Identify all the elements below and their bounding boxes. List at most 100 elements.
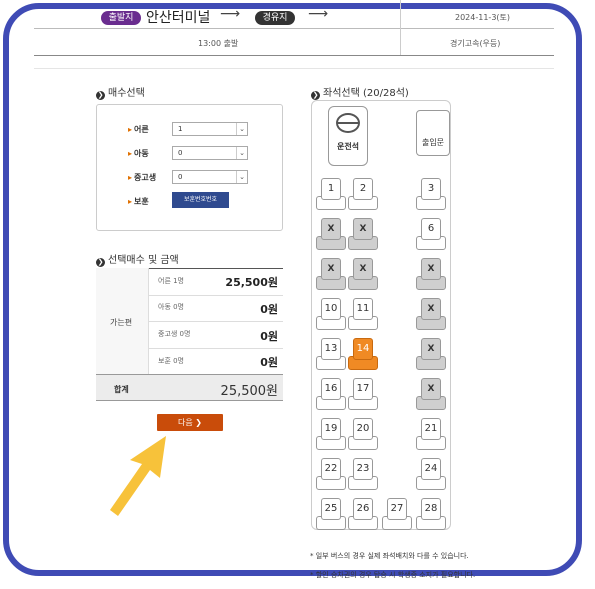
departure-name: 안산터미널 <box>146 10 211 26</box>
seat-4: X <box>316 218 346 250</box>
seat-25[interactable]: 25 <box>316 498 346 530</box>
summary-line-label: 보훈 0명 <box>158 357 184 365</box>
seat-number: 27 <box>387 498 407 520</box>
divider <box>148 348 283 349</box>
door-label: 출입문 <box>421 138 445 147</box>
student-label: ▸ 중고생 <box>128 173 157 182</box>
arrow-right-icon: ⟶ <box>308 6 329 22</box>
summary-line-amount: 0원 <box>260 356 278 369</box>
seat-number: 6 <box>421 218 441 240</box>
notice-text: * 할인 승차권의 경우 탑승 시 학생증 소지가 필요합니다. <box>310 571 476 579</box>
seat-number: 21 <box>421 418 441 440</box>
via-tag: 경유지 <box>255 11 295 25</box>
total-label: 합계 <box>114 385 129 394</box>
seat-5: X <box>348 218 378 250</box>
seat-number: X <box>421 338 441 360</box>
seat-12: X <box>416 298 446 330</box>
summary-line-label: 중고생 0명 <box>158 330 191 338</box>
steering-wheel-icon <box>336 113 360 133</box>
seat-27[interactable]: 27 <box>382 498 412 530</box>
seat-number: 20 <box>353 418 373 440</box>
seat-11[interactable]: 11 <box>348 298 378 330</box>
seat-23[interactable]: 23 <box>348 458 378 490</box>
seat-22[interactable]: 22 <box>316 458 346 490</box>
chevron-down-icon: ⌄ <box>236 147 247 159</box>
adult-count-select[interactable]: 1 ⌄ <box>172 122 248 136</box>
divider <box>34 68 554 69</box>
bus-company: 경기고속(우등) <box>450 39 501 48</box>
adult-label: ▸ 어른 <box>128 125 149 134</box>
seat-number: X <box>353 218 373 240</box>
chevron-down-icon: ⌄ <box>236 171 247 183</box>
student-count-select[interactable]: 0 ⌄ <box>172 170 248 184</box>
summary-line-amount: 0원 <box>260 330 278 343</box>
summary-line-amount: 0원 <box>260 303 278 316</box>
seat-19[interactable]: 19 <box>316 418 346 450</box>
driver-seat: 운전석 <box>328 106 368 166</box>
seat-number: X <box>421 298 441 320</box>
seat-number: 26 <box>353 498 373 520</box>
summary-line-amount: 25,500원 <box>225 276 278 289</box>
divider <box>148 321 283 322</box>
seat-number: 10 <box>321 298 341 320</box>
seat-number: X <box>421 378 441 400</box>
arrow-right-icon: ⟶ <box>220 6 241 22</box>
seat-number: 19 <box>321 418 341 440</box>
seat-number: 24 <box>421 458 441 480</box>
summary-title: ❯ 선택매수 및 금액 <box>96 255 179 267</box>
seat-number: X <box>421 258 441 280</box>
seat-number: 1 <box>321 178 341 200</box>
seat-select-title: ❯ 좌석선택 (20/28석) <box>311 88 409 100</box>
seat-13[interactable]: 13 <box>316 338 346 370</box>
seat-26[interactable]: 26 <box>348 498 378 530</box>
seat-20[interactable]: 20 <box>348 418 378 450</box>
seat-3[interactable]: 3 <box>416 178 446 210</box>
seat-24[interactable]: 24 <box>416 458 446 490</box>
seat-2[interactable]: 2 <box>348 178 378 210</box>
seat-9: X <box>416 258 446 290</box>
seat-number: X <box>321 258 341 280</box>
seat-number: 28 <box>421 498 441 520</box>
seat-number: X <box>353 258 373 280</box>
seat-number: 16 <box>321 378 341 400</box>
seat-number: 22 <box>321 458 341 480</box>
seat-6[interactable]: 6 <box>416 218 446 250</box>
departure-time: 13:00 출발 <box>198 39 239 48</box>
next-button[interactable]: 다음 ❯ <box>157 414 223 431</box>
seat-number: 11 <box>353 298 373 320</box>
seat-14[interactable]: 14 <box>348 338 378 370</box>
total-amount: 25,500원 <box>220 384 278 399</box>
seat-1[interactable]: 1 <box>316 178 346 210</box>
seat-21[interactable]: 21 <box>416 418 446 450</box>
highlight-frame <box>3 3 582 576</box>
seat-number: 13 <box>321 338 341 360</box>
seat-10[interactable]: 10 <box>316 298 346 330</box>
chevron-down-icon: ⌄ <box>236 123 247 135</box>
seat-number: 2 <box>353 178 373 200</box>
seat-7: X <box>316 258 346 290</box>
pointer-arrow-icon <box>110 436 166 516</box>
seat-number: X <box>321 218 341 240</box>
seat-15: X <box>416 338 446 370</box>
child-count-select[interactable]: 0 ⌄ <box>172 146 248 160</box>
seat-number: 17 <box>353 378 373 400</box>
divider <box>34 55 554 56</box>
veteran-number-button[interactable]: 보훈번호번호 <box>172 192 229 208</box>
seat-16[interactable]: 16 <box>316 378 346 410</box>
group-label: 가는편 <box>110 318 133 327</box>
seat-8: X <box>348 258 378 290</box>
child-label: ▸ 아동 <box>128 149 149 158</box>
summary-line-label: 어른 1명 <box>158 277 184 285</box>
seat-number: 3 <box>421 178 441 200</box>
seat-number: 14 <box>353 338 373 360</box>
divider <box>400 0 401 55</box>
divider <box>148 295 283 296</box>
seat-17[interactable]: 17 <box>348 378 378 410</box>
notice-text: * 일부 버스의 경우 실제 좌석배치와 다를 수 있습니다. <box>310 552 469 560</box>
seat-number: 25 <box>321 498 341 520</box>
divider <box>34 28 554 29</box>
seat-28[interactable]: 28 <box>416 498 446 530</box>
entrance-door: 출입문 <box>416 110 450 156</box>
veteran-label: ▸ 보훈 <box>128 197 149 206</box>
seat-18: X <box>416 378 446 410</box>
